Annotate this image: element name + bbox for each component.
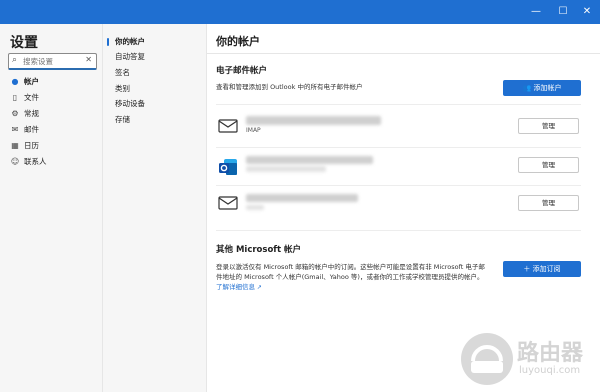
- header-divider: [207, 53, 600, 54]
- account-type-redacted: [246, 205, 264, 210]
- title-bar: — ☐ ✕: [0, 0, 600, 24]
- account-email-redacted: [246, 116, 381, 125]
- people-icon: ☺: [10, 157, 20, 166]
- sidebar-item-contacts[interactable]: ☺ 联系人: [0, 154, 102, 170]
- account-email-redacted: [246, 194, 358, 202]
- account-row: IMAP 管理: [207, 109, 600, 146]
- outlook-icon: [218, 157, 238, 175]
- watermark-url: luyouqi.com: [519, 365, 581, 376]
- other-accounts-title: 其他 Microsoft 帐户: [216, 245, 302, 255]
- mail-icon: ✉: [11, 125, 19, 134]
- manage-button[interactable]: 管理: [518, 195, 579, 211]
- document-icon: ▯: [12, 93, 18, 102]
- subnav-auto-reply[interactable]: 自动答复: [115, 51, 145, 63]
- account-row: 管理: [207, 148, 600, 185]
- mail-icon: [218, 118, 238, 134]
- subnav-mobile-devices[interactable]: 移动设备: [115, 98, 145, 110]
- sidebar-item-files[interactable]: ▯ 文件: [0, 90, 102, 106]
- search-box[interactable]: ⌕ ✕: [8, 53, 97, 70]
- sidebar-item-accounts[interactable]: ● 帐户: [0, 74, 102, 90]
- learn-more-link[interactable]: 了解详细信息: [216, 283, 255, 291]
- mail-icon: [218, 195, 238, 211]
- subnav-your-accounts[interactable]: 你的帐户: [115, 36, 145, 48]
- add-subscription-button[interactable]: ＋ 添加订阅: [503, 261, 581, 277]
- plus-icon: ＋: [523, 265, 531, 273]
- settings-sidebar: 设置 ⌕ ✕ ● 帐户 ▯ 文件 ⚙ 常规 ✉ 邮件 ▦ 日历 ☺ 联系人: [0, 24, 103, 392]
- gear-icon: ⚙: [11, 109, 19, 118]
- subnav-signatures[interactable]: 签名: [115, 67, 130, 79]
- add-person-icon: 👥: [522, 84, 532, 92]
- maximize-button[interactable]: ☐: [550, 0, 576, 24]
- search-input[interactable]: [23, 54, 83, 68]
- sidebar-item-calendar[interactable]: ▦ 日历: [0, 138, 102, 154]
- email-accounts-description: 查看和管理添加到 Outlook 中的所有电子邮件帐户: [216, 83, 363, 91]
- sidebar-item-mail[interactable]: ✉ 邮件: [0, 122, 102, 138]
- subnav-storage[interactable]: 存储: [115, 114, 130, 126]
- other-accounts-description: 登录以激活仅有 Microsoft 邮箱的帐户中的订阅。这些帐户可能是设置有非 …: [216, 263, 485, 291]
- account-row: 管理: [207, 186, 600, 223]
- watermark-logo: 路由器 luyouqi.com: [455, 325, 600, 392]
- manage-button[interactable]: 管理: [518, 157, 579, 173]
- subnav-categories[interactable]: 类别: [115, 83, 130, 95]
- divider: [216, 104, 581, 105]
- minimize-button[interactable]: —: [523, 0, 549, 24]
- account-email-redacted: [246, 156, 373, 164]
- person-icon: ●: [11, 77, 19, 86]
- watermark-title: 路由器: [517, 341, 584, 366]
- selection-indicator: [107, 38, 109, 46]
- manage-button[interactable]: 管理: [518, 118, 579, 134]
- clear-icon[interactable]: ✕: [85, 55, 92, 64]
- add-account-button[interactable]: 👥 添加帐户: [503, 80, 581, 96]
- close-button[interactable]: ✕: [574, 0, 600, 24]
- search-icon: ⌕: [12, 55, 18, 65]
- settings-subnav: 你的帐户 自动答复 签名 类别 移动设备 存储: [103, 24, 207, 392]
- settings-title: 设置: [10, 35, 38, 51]
- divider: [216, 230, 581, 231]
- external-link-icon: ↗: [255, 284, 262, 291]
- calendar-icon: ▦: [11, 141, 19, 150]
- account-name-redacted: [246, 166, 326, 172]
- page-title: 你的帐户: [216, 35, 260, 48]
- email-accounts-title: 电子邮件帐户: [216, 66, 268, 76]
- account-type: IMAP: [246, 127, 261, 134]
- sidebar-item-general[interactable]: ⚙ 常规: [0, 106, 102, 122]
